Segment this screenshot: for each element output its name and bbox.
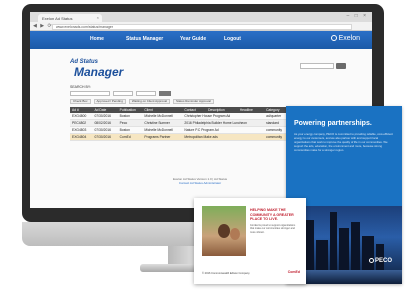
search-input[interactable] bbox=[300, 63, 334, 69]
peco-logo-text: PECO bbox=[374, 258, 392, 264]
nav-year-guide[interactable]: Year Guide bbox=[180, 36, 206, 42]
brochure-footer: © 2016 Commonwealth Edison Company bbox=[202, 272, 250, 275]
building bbox=[306, 220, 314, 270]
filter-go-button[interactable] bbox=[159, 91, 171, 96]
building bbox=[330, 212, 337, 270]
cell-category: community bbox=[264, 133, 289, 141]
cell-publication: Boston bbox=[117, 126, 143, 134]
search-button[interactable] bbox=[336, 63, 346, 69]
cell-ad-number: PEC4802 bbox=[70, 119, 93, 127]
nav-logout[interactable]: Logout bbox=[224, 36, 241, 42]
filter-date-from[interactable] bbox=[113, 91, 133, 96]
brochure-body: As your energy company, PECO is committe… bbox=[294, 132, 393, 152]
cell-ad-date: 07/30/2016 bbox=[92, 133, 118, 141]
nav-home[interactable]: Home bbox=[90, 36, 104, 42]
app-header: Home Status Manager Year Guide Logout Ex… bbox=[30, 31, 372, 49]
cell-contact: 2016 Philadelphia Builder Home Luncheon bbox=[182, 119, 265, 127]
brochure-body: ComEd is proud to support organizations … bbox=[250, 224, 296, 234]
browser-addressbar: ◀ ▶ ⟳ www.exelonads.com/status/manager bbox=[30, 22, 372, 31]
cell-category: community bbox=[264, 126, 289, 134]
footer-admin-link[interactable]: Contact Ad Status Administrator bbox=[160, 181, 240, 185]
cell-ad-number: EXG4803 bbox=[70, 126, 93, 134]
check-row: Check Box Approved / Pending Waiting on … bbox=[70, 99, 214, 104]
cell-client: Programs Partner bbox=[142, 133, 183, 141]
cell-client: Christine Sumner bbox=[142, 119, 183, 127]
window-controls[interactable]: – □ × bbox=[347, 13, 369, 19]
comed-logo: ComEd bbox=[287, 270, 300, 274]
check-waiting-approval[interactable]: Waiting on Client Approval bbox=[128, 99, 170, 104]
children-photo bbox=[202, 206, 246, 256]
browser-tabbar: Exelon Ad Status × – □ × bbox=[30, 12, 372, 22]
child-figure bbox=[218, 224, 230, 238]
filter-controls bbox=[70, 91, 171, 96]
browser-tab-title: Exelon Ad Status bbox=[42, 16, 73, 21]
page-title: Manager bbox=[74, 65, 124, 79]
peco-logo: PECO bbox=[368, 258, 392, 264]
cell-category: standard bbox=[264, 119, 289, 127]
browser-tab[interactable]: Exelon Ad Status × bbox=[38, 14, 102, 22]
cell-ad-number: EXG4804 bbox=[70, 133, 93, 141]
child-figure bbox=[230, 228, 240, 240]
nav-status-manager[interactable]: Status Manager bbox=[126, 36, 163, 42]
browser-nav-icons[interactable]: ◀ ▶ ⟳ bbox=[33, 23, 53, 29]
filter-select[interactable] bbox=[70, 91, 110, 96]
check-status-reminder[interactable]: Status Reminder Approval bbox=[172, 99, 214, 104]
peco-logo-icon bbox=[368, 258, 374, 263]
building bbox=[339, 228, 349, 270]
cell-contact: Nature P.C Program Ad bbox=[182, 126, 265, 134]
filter-label: SEARCH BY: bbox=[70, 85, 92, 89]
cell-publication: ComEd bbox=[117, 133, 143, 141]
cell-publication: Peco bbox=[117, 119, 143, 127]
check-approved-pending[interactable]: Approved / Pending bbox=[93, 99, 126, 104]
building bbox=[316, 240, 328, 270]
cell-contact: Metropolitan Make ads bbox=[182, 133, 265, 141]
brochure-headline: HELPING MAKE THE COMMUNITY A GREATER PLA… bbox=[250, 208, 294, 221]
check-box-filter[interactable]: Check Box bbox=[70, 99, 91, 104]
brand-name: Exelon bbox=[338, 35, 360, 42]
brochure-title: Powering partnerships. bbox=[294, 120, 372, 127]
building bbox=[362, 236, 374, 270]
building bbox=[351, 222, 360, 270]
close-tab-icon[interactable]: × bbox=[97, 15, 99, 20]
brand-logo: Exelon bbox=[330, 35, 360, 42]
exelon-logo-icon bbox=[330, 35, 337, 41]
cell-ad-date: 07/30/2016 bbox=[92, 126, 118, 134]
comed-brochure: HELPING MAKE THE COMMUNITY A GREATER PLA… bbox=[194, 198, 306, 284]
url-input[interactable]: www.exelonads.com/status/manager bbox=[52, 23, 352, 30]
cell-ad-date: 08/02/2016 bbox=[92, 119, 118, 127]
filter-date-to[interactable] bbox=[136, 91, 156, 96]
page-footer: Exelon Ad Status Version 1.0 | Ad Status… bbox=[160, 177, 240, 185]
cell-client: Michelle McDonnell bbox=[142, 126, 183, 134]
building bbox=[376, 244, 384, 270]
